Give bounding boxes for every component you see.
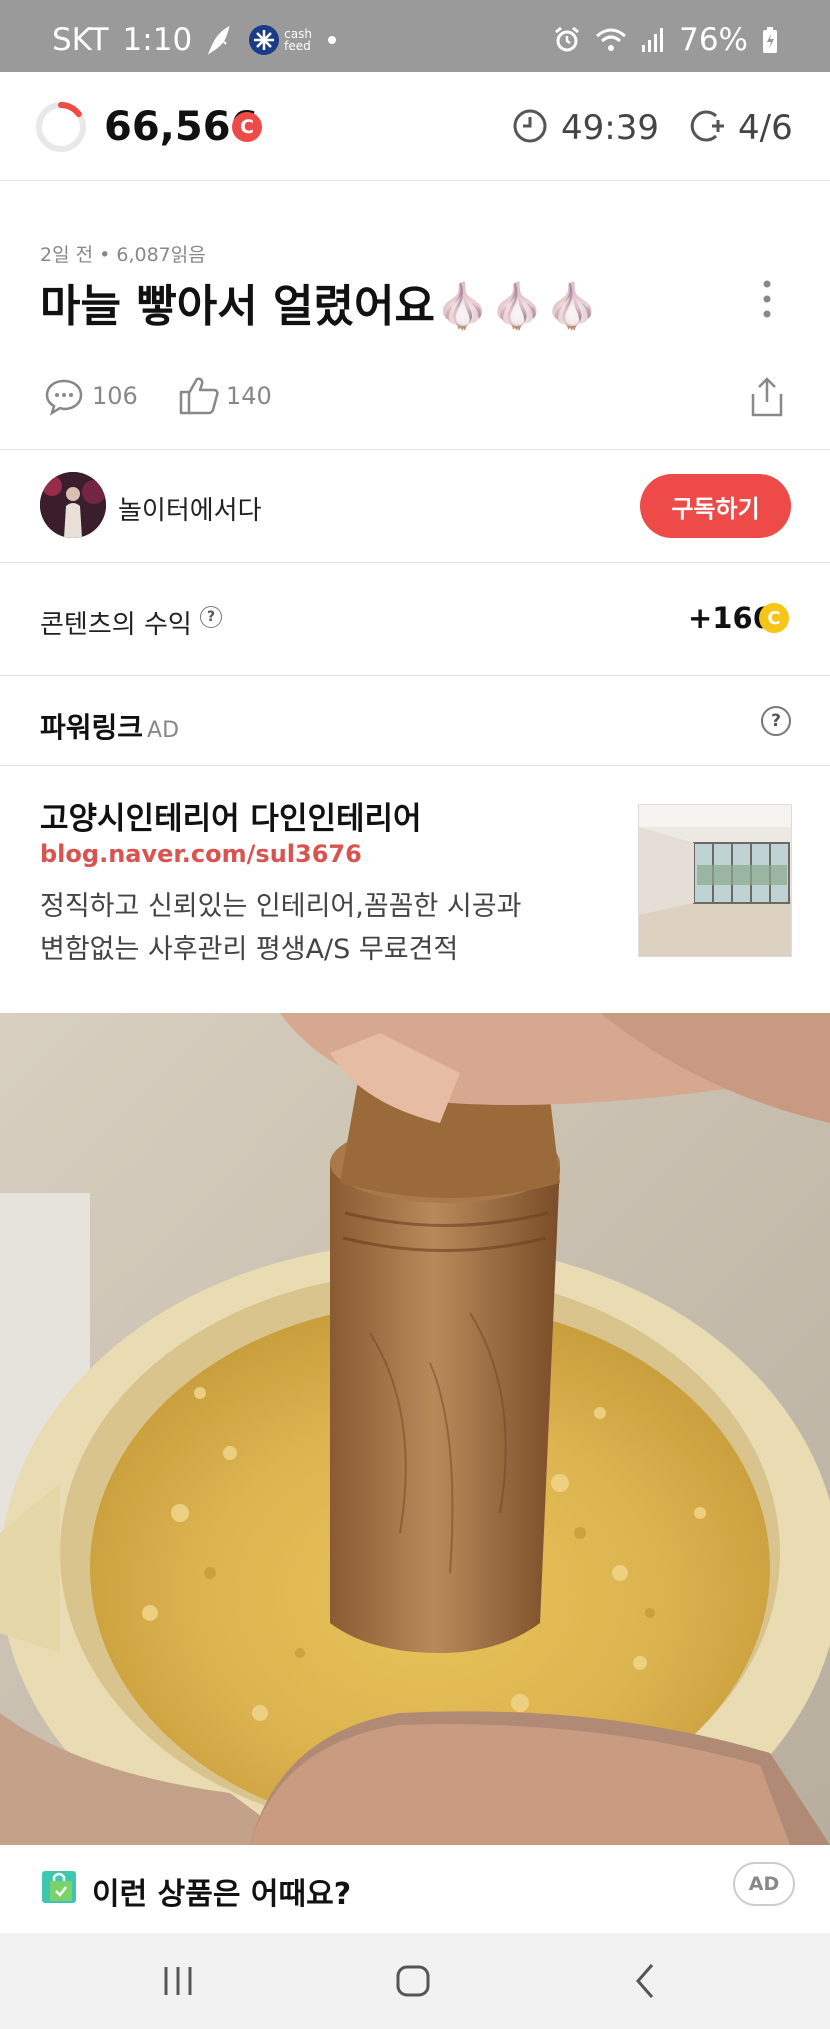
avatar[interactable] bbox=[40, 472, 106, 538]
clock-icon bbox=[513, 109, 547, 143]
ad-title[interactable]: 고양시인테리어 다인인테리어 bbox=[40, 793, 422, 838]
recommendation-label: 이런 상품은 어때요? bbox=[92, 1877, 352, 1912]
interior-photo bbox=[639, 805, 791, 956]
income-help-icon[interactable]: ? bbox=[200, 606, 222, 628]
signal-icon bbox=[642, 28, 664, 52]
garlic-mortar-photo bbox=[0, 1013, 830, 1845]
wifi-icon bbox=[596, 28, 627, 51]
divider bbox=[0, 562, 830, 563]
avatar-photo bbox=[40, 472, 106, 538]
read-quota: 4/6 bbox=[738, 108, 793, 148]
notification-dot bbox=[328, 36, 337, 44]
author-name[interactable]: 놀이터에서다 bbox=[118, 490, 262, 527]
post-title: 마늘 빻아서 얼렸어요🧄🧄🧄 bbox=[40, 281, 600, 332]
ad-badge[interactable]: AD bbox=[733, 1862, 795, 1906]
comment-icon bbox=[45, 379, 83, 416]
bird-icon bbox=[208, 25, 230, 55]
home-icon bbox=[396, 1965, 430, 1997]
like-button[interactable]: 140 bbox=[178, 372, 288, 420]
divider bbox=[0, 449, 830, 450]
status-bar: SKT 1:10 cash feed 76% bbox=[0, 0, 830, 72]
more-vertical-icon bbox=[763, 280, 771, 318]
powerlink-label: 파워링크 bbox=[40, 711, 144, 744]
alarm-icon bbox=[555, 26, 580, 52]
carrier-label: SKT bbox=[52, 22, 109, 58]
top-header: 66,566 C 49:39 4/6 bbox=[0, 72, 830, 181]
comment-count: 106 bbox=[92, 382, 138, 410]
comments-button[interactable]: 106 bbox=[44, 374, 144, 420]
ad-url[interactable]: blog.naver.com/sul3676 bbox=[40, 840, 362, 868]
coin-badge-icon: C bbox=[232, 112, 262, 142]
coin-icon: C bbox=[759, 603, 789, 633]
back-button[interactable] bbox=[628, 1959, 662, 2003]
thumbs-up-icon bbox=[179, 377, 219, 415]
ad-desc-line: 변함없는 사후관리 평생A/S 무료견적 bbox=[40, 934, 459, 965]
like-count: 140 bbox=[226, 382, 272, 410]
progress-ring-icon bbox=[36, 102, 86, 152]
battery-icon bbox=[763, 27, 777, 53]
post-meta: 2일 전 • 6,087읽음 bbox=[40, 244, 206, 266]
divider bbox=[0, 675, 830, 676]
recent-apps-button[interactable] bbox=[158, 1961, 198, 2001]
back-icon bbox=[636, 1964, 654, 1998]
cashfeed-label: cash feed bbox=[284, 27, 312, 53]
system-nav-bar bbox=[0, 1933, 830, 2029]
home-button[interactable] bbox=[392, 1959, 436, 2003]
share-button[interactable] bbox=[750, 376, 784, 418]
share-icon bbox=[751, 377, 783, 417]
more-options-button[interactable] bbox=[752, 276, 782, 322]
ad-thumbnail[interactable] bbox=[638, 804, 792, 957]
recent-apps-icon bbox=[164, 1967, 192, 1995]
subscribe-button[interactable]: 구독하기 bbox=[640, 474, 791, 538]
shopping-bag-icon bbox=[42, 1871, 76, 1903]
timer: 49:39 bbox=[561, 108, 659, 148]
ad-desc-line: 정직하고 신뢰있는 인테리어,꼼꼼한 시공과 bbox=[40, 891, 522, 922]
cashfeed-icon: cash feed bbox=[248, 24, 314, 56]
powerlink-heading: 파워링크 AD bbox=[40, 706, 179, 746]
ad-tag: AD bbox=[147, 718, 180, 743]
ad-description: 정직하고 신뢰있는 인테리어,꼼꼼한 시공과 변함없는 사후관리 평생A/S 무… bbox=[40, 885, 560, 971]
clock: 1:10 bbox=[122, 22, 193, 58]
powerlink-help-icon[interactable]: ? bbox=[761, 706, 791, 736]
battery-percent: 76% bbox=[679, 22, 748, 58]
post-photo[interactable] bbox=[0, 1013, 830, 1845]
coin-plus-icon bbox=[690, 110, 724, 142]
recommendation-bar[interactable]: 이런 상품은 어때요? AD bbox=[0, 1845, 830, 1933]
content-income-label: 콘텐츠의 수익 bbox=[40, 610, 192, 640]
